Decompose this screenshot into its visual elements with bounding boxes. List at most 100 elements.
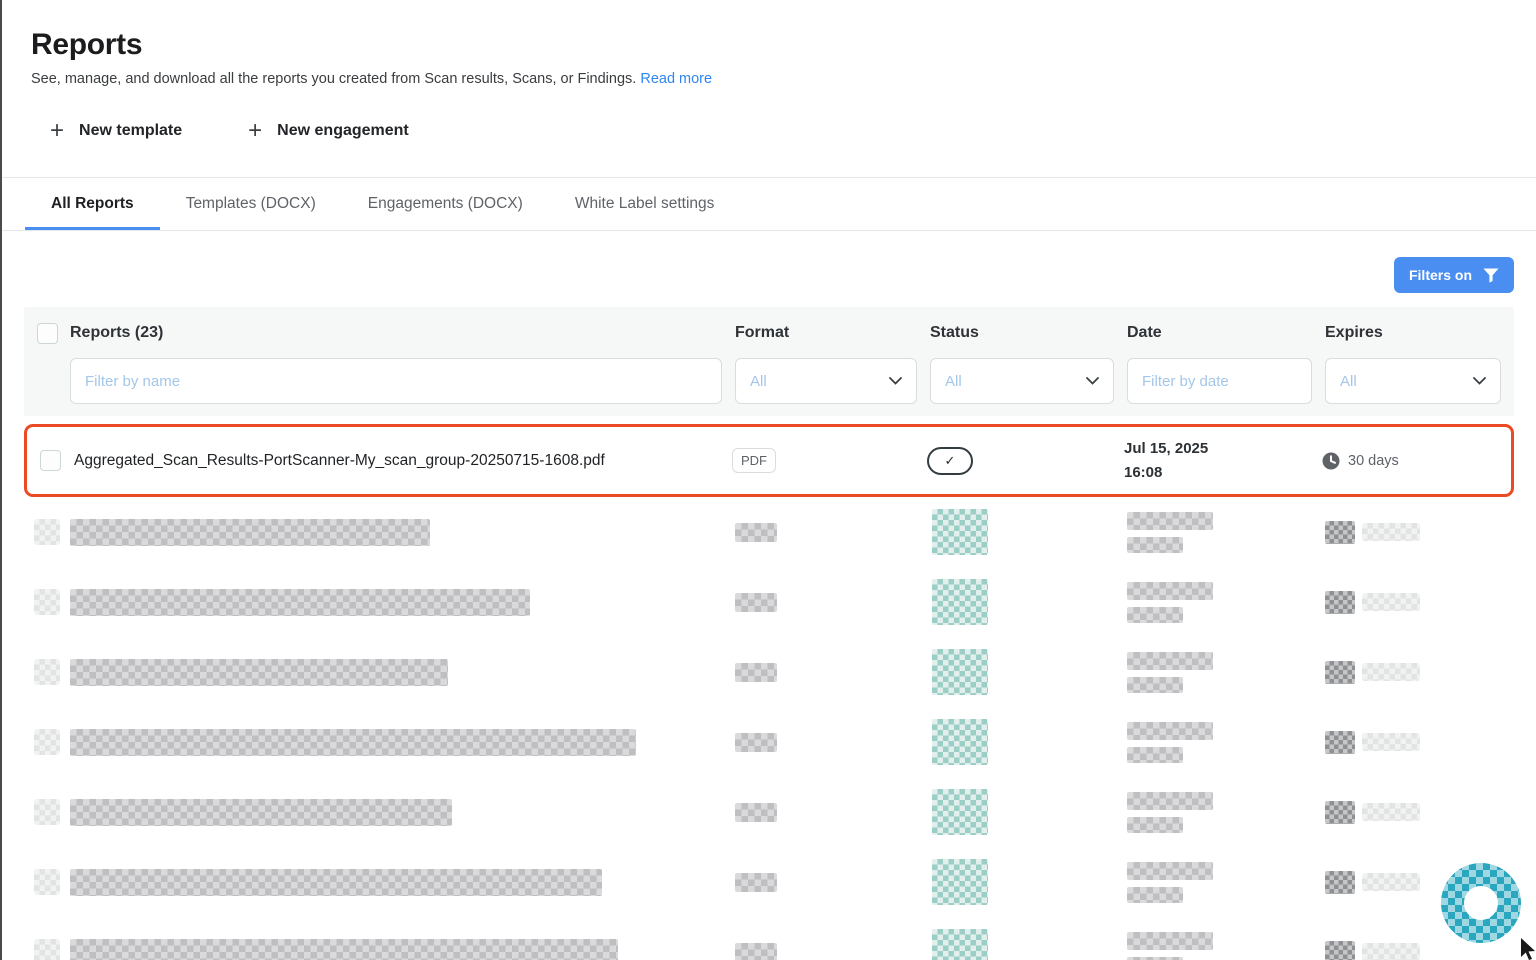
filters-row: Filters on <box>24 257 1514 293</box>
redacted-format-blur <box>735 593 777 612</box>
date-filter-input[interactable] <box>1127 358 1312 404</box>
redacted-date-blur <box>1127 887 1183 903</box>
filters-on-button[interactable]: Filters on <box>1394 257 1514 293</box>
chevron-down-icon <box>1473 377 1486 385</box>
redacted-date-blur <box>1127 722 1213 740</box>
redacted-name <box>70 519 430 546</box>
redacted-status-blur <box>932 509 988 555</box>
clock-icon <box>1322 452 1340 470</box>
new-template-label: New template <box>79 122 182 140</box>
table-head: Reports (23) Format Status Date Expires … <box>24 307 1514 416</box>
redacted-date-blur <box>1127 582 1213 600</box>
tab-white-label-settings[interactable]: White Label settings <box>549 178 741 230</box>
reports-count-header: Reports (23) <box>70 324 735 342</box>
redacted-date-blur <box>1127 652 1213 670</box>
redacted-expires-icon-blur <box>1325 731 1355 754</box>
column-header-date: Date <box>1127 324 1325 342</box>
redacted-report-row <box>24 637 1514 707</box>
redacted-expires-icon-blur <box>1325 941 1355 960</box>
redacted-format-blur <box>735 803 777 822</box>
redacted-status-blur <box>932 719 988 765</box>
expires-filter-value: All <box>1340 373 1357 390</box>
redacted-date-blur <box>1127 607 1183 623</box>
read-more-link[interactable]: Read more <box>640 71 712 87</box>
redacted-checkbox-blur <box>34 799 60 825</box>
tab-templates-docx[interactable]: Templates (DOCX) <box>160 178 342 230</box>
status-filter-value: All <box>945 373 962 390</box>
report-name[interactable]: Aggregated_Scan_Results-PortScanner-My_s… <box>73 452 732 470</box>
row-checkbox[interactable] <box>40 450 61 471</box>
redacted-report-row <box>24 707 1514 777</box>
redacted-expires-icon-blur <box>1325 871 1355 894</box>
new-engagement-button[interactable]: + New engagement <box>248 121 409 141</box>
redacted-expires-icon-blur <box>1325 801 1355 824</box>
main-content: Filters on Reports (23) Format Status Da… <box>0 257 1536 960</box>
redacted-checkbox-blur <box>34 729 60 755</box>
header-actions: + New template + New engagement <box>50 121 1504 141</box>
status-filter-select[interactable]: All <box>930 358 1114 404</box>
redacted-checkbox-blur <box>34 869 60 895</box>
filters-on-label: Filters on <box>1409 267 1472 283</box>
mouse-cursor-icon <box>1520 938 1536 960</box>
redacted-name <box>70 589 530 616</box>
new-template-button[interactable]: + New template <box>50 121 182 141</box>
redacted-status-blur <box>932 929 988 960</box>
redacted-expires-text-blur <box>1362 523 1420 541</box>
format-filter-select[interactable]: All <box>735 358 917 404</box>
tab-all-reports[interactable]: All Reports <box>25 178 160 230</box>
redacted-report-row <box>24 497 1514 567</box>
page-title: Reports <box>31 28 1504 62</box>
chevron-down-icon <box>889 377 902 385</box>
redacted-expires-text-blur <box>1362 593 1420 611</box>
redacted-status-blur <box>932 789 988 835</box>
report-expires: 30 days <box>1322 452 1511 470</box>
expires-filter-select[interactable]: All <box>1325 358 1501 404</box>
redacted-date-blur <box>1127 932 1213 950</box>
redacted-date-blur <box>1127 817 1183 833</box>
redacted-date-blur <box>1127 957 1183 960</box>
redacted-expires-text-blur <box>1362 733 1420 751</box>
redacted-date-blur <box>1127 792 1213 810</box>
report-date-line1: Jul 15, 2025 <box>1124 437 1322 461</box>
redacted-checkbox-blur <box>34 589 60 615</box>
redacted-expires-text-blur <box>1362 663 1420 681</box>
redacted-format-blur <box>735 663 777 682</box>
redacted-checkbox-blur <box>34 939 60 960</box>
redacted-report-row <box>24 567 1514 637</box>
redacted-report-row <box>24 847 1514 917</box>
redacted-date-blur <box>1127 537 1183 553</box>
redacted-expires-icon-blur <box>1325 591 1355 614</box>
redacted-status-blur <box>932 649 988 695</box>
pentest-tools-logo <box>1439 861 1523 945</box>
plus-icon: + <box>248 121 262 141</box>
redacted-date-blur <box>1127 862 1213 880</box>
redacted-format-blur <box>735 523 777 542</box>
reports-table: Reports (23) Format Status Date Expires … <box>24 307 1514 960</box>
report-expires-text: 30 days <box>1348 453 1399 469</box>
report-date: Jul 15, 2025 16:08 <box>1124 437 1322 485</box>
page-description-text: See, manage, and download all the report… <box>31 71 636 87</box>
redacted-format-blur <box>735 873 777 892</box>
format-badge: PDF <box>732 448 776 473</box>
redacted-rows-container <box>24 497 1514 960</box>
select-all-checkbox[interactable] <box>37 323 58 344</box>
name-filter-input[interactable] <box>70 358 722 404</box>
new-engagement-label: New engagement <box>277 122 409 140</box>
redacted-name <box>70 729 636 756</box>
column-header-status: Status <box>930 324 1127 342</box>
chevron-down-icon <box>1086 377 1099 385</box>
format-filter-value: All <box>750 373 767 390</box>
column-header-format: Format <box>735 324 930 342</box>
redacted-format-blur <box>735 943 777 960</box>
plus-icon: + <box>50 121 64 141</box>
redacted-date-blur <box>1127 512 1213 530</box>
page-header: Reports See, manage, and download all th… <box>0 0 1536 141</box>
redacted-expires-text-blur <box>1362 803 1420 821</box>
column-header-expires: Expires <box>1325 324 1514 342</box>
redacted-status-blur <box>932 579 988 625</box>
report-row-highlighted[interactable]: Aggregated_Scan_Results-PortScanner-My_s… <box>24 424 1514 497</box>
redacted-expires-text-blur <box>1362 873 1420 891</box>
redacted-format-blur <box>735 733 777 752</box>
tab-engagements-docx[interactable]: Engagements (DOCX) <box>342 178 549 230</box>
redacted-name <box>70 799 452 826</box>
